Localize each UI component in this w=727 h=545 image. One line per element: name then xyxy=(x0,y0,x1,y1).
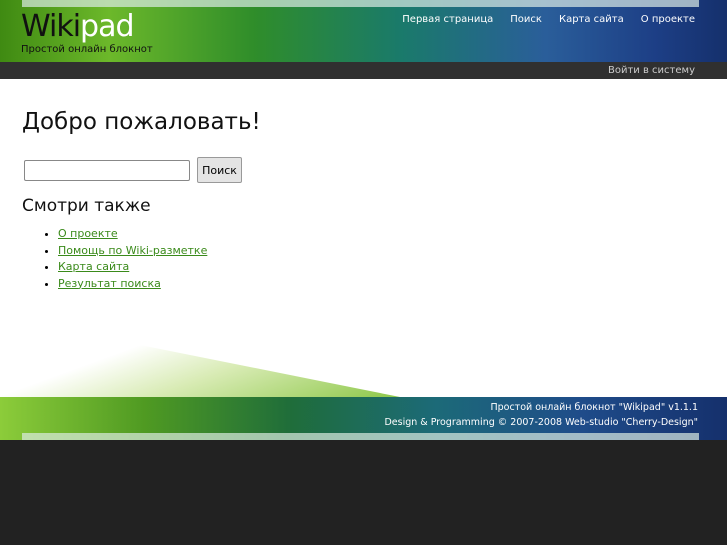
see-also-heading: Смотри также xyxy=(22,196,151,216)
login-bar: Войти в систему xyxy=(0,62,727,79)
grass-decoration xyxy=(0,317,400,397)
nav-sitemap[interactable]: Карта сайта xyxy=(559,14,624,25)
logo[interactable]: Wikipad xyxy=(21,9,135,44)
page-title: Добро пожаловать! xyxy=(22,109,261,135)
header-strip xyxy=(22,0,699,7)
link-search-result[interactable]: Результат поиска xyxy=(58,277,161,290)
list-item: О проекте xyxy=(58,227,207,244)
header: Wikipad Простой онлайн блокнот Первая ст… xyxy=(0,0,727,62)
see-also-list: О проекте Помощь по Wiki-разметке Карта … xyxy=(58,227,207,293)
search-input[interactable] xyxy=(24,160,190,181)
list-item: Результат поиска xyxy=(58,277,207,294)
login-link[interactable]: Войти в систему xyxy=(608,65,695,76)
list-item: Помощь по Wiki-разметке xyxy=(58,244,207,261)
footer-strip xyxy=(22,433,699,440)
nav-home[interactable]: Первая страница xyxy=(402,14,493,25)
main-nav: Первая страница Поиск Карта сайта О прое… xyxy=(402,14,695,25)
link-wiki-help[interactable]: Помощь по Wiki-разметке xyxy=(58,244,207,257)
main-content: Добро пожаловать! Поиск Смотри также О п… xyxy=(0,79,727,397)
search-button[interactable]: Поиск xyxy=(197,157,242,183)
link-sitemap[interactable]: Карта сайта xyxy=(58,260,129,273)
link-about[interactable]: О проекте xyxy=(58,227,118,240)
nav-about[interactable]: О проекте xyxy=(641,14,695,25)
logo-wiki: Wiki xyxy=(21,9,81,44)
list-item: Карта сайта xyxy=(58,260,207,277)
footer-copyright: Design & Programming © 2007-2008 Web-stu… xyxy=(384,417,698,428)
logo-pad: pad xyxy=(80,9,134,44)
footer: Простой онлайн блокнот "Wikipad" v1.1.1 … xyxy=(0,397,727,440)
nav-search[interactable]: Поиск xyxy=(510,14,542,25)
footer-version: Простой онлайн блокнот "Wikipad" v1.1.1 xyxy=(490,402,698,413)
tagline: Простой онлайн блокнот xyxy=(21,44,153,55)
